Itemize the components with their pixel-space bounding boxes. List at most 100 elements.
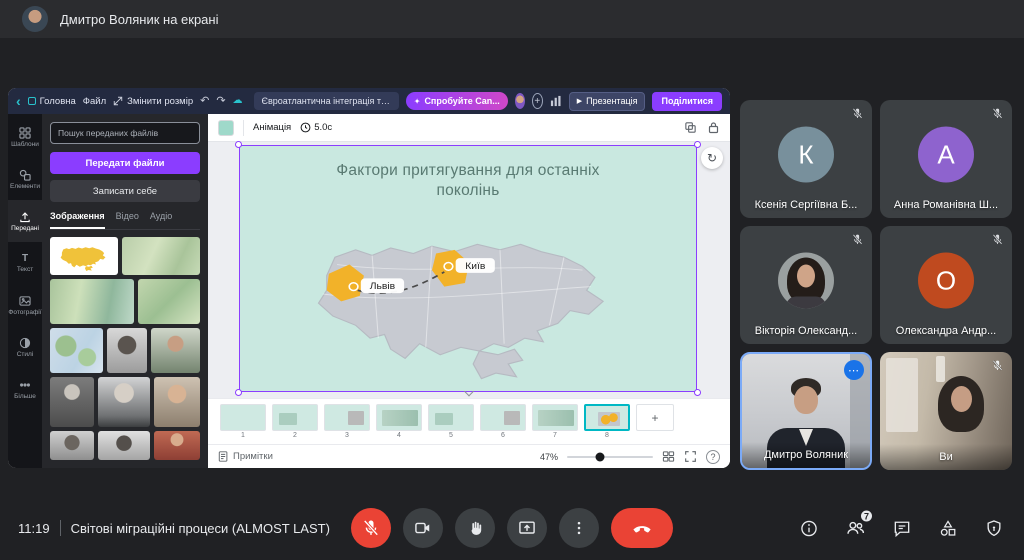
menu-home[interactable]: Головна (28, 96, 76, 107)
present-screen-button[interactable] (507, 508, 547, 548)
insights-icon[interactable] (550, 95, 562, 107)
upload-thumb-satellite-map[interactable] (50, 279, 134, 324)
upload-thumb-bw-photo[interactable] (98, 431, 150, 460)
tile-options-button[interactable]: ⋯ (844, 360, 864, 380)
upload-thumb-bw-photo[interactable] (107, 328, 148, 373)
slide-page-3[interactable]: 3 (324, 404, 370, 439)
upload-thumb-map-ukraine[interactable] (50, 237, 118, 275)
present-button[interactable]: ▶ Презентація (569, 92, 646, 111)
self-view-tile[interactable]: Ви (880, 352, 1012, 470)
tab-video[interactable]: Відео (116, 211, 139, 229)
meeting-details-button[interactable] (799, 518, 819, 538)
resize-handle[interactable] (694, 141, 701, 148)
activities-button[interactable] (938, 518, 958, 538)
tab-images[interactable]: Зображення (50, 211, 105, 229)
resize-handle[interactable] (235, 389, 242, 396)
zoom-slider-handle[interactable] (595, 452, 604, 461)
zoom-slider[interactable] (567, 456, 653, 458)
participant-tile[interactable]: К Ксенія Сергіївна Б... (740, 100, 872, 218)
ukraine-map[interactable]: Львів Київ (302, 202, 632, 386)
slide-page-5[interactable]: 5 (428, 404, 474, 439)
sidebar-item-photos[interactable]: Фотографії (8, 284, 42, 326)
upload-thumb-bw-soldier[interactable] (50, 377, 94, 427)
menu-resize[interactable]: Змінити розмір (113, 96, 193, 107)
grid-view-icon[interactable] (662, 450, 675, 463)
notes-button[interactable]: Примітки (218, 451, 273, 462)
uploads-search-input[interactable] (50, 122, 200, 144)
upload-thumb-color-woman[interactable] (154, 377, 200, 427)
position-icon[interactable] (684, 121, 697, 134)
participant-tile-active-speaker[interactable]: ⋯ Дмитро Воляник (740, 352, 872, 470)
participants-button[interactable]: 7 (845, 518, 866, 539)
resize-handle[interactable] (235, 141, 242, 148)
add-member-button[interactable]: + (532, 93, 543, 109)
ukraine-outline-icon (58, 239, 110, 273)
upload-thumb-bw-photo[interactable] (50, 431, 94, 460)
upload-thumb-terrain-map[interactable] (138, 279, 200, 324)
upload-files-button[interactable]: Передати файли (50, 152, 200, 174)
menu-file[interactable]: Файл (83, 96, 106, 107)
sidebar-item-templates[interactable]: Шаблони (8, 116, 42, 158)
slide-page-4[interactable]: 4 (376, 404, 422, 439)
slide-page-7[interactable]: 7 (532, 404, 578, 439)
upload-thumb-color-portrait[interactable] (151, 328, 200, 373)
resize-handle[interactable] (694, 389, 701, 396)
redo-icon[interactable]: ↷ (216, 96, 225, 107)
upload-thumb-bw-elder[interactable] (98, 377, 150, 427)
participant-tile[interactable]: О Олександра Андр... (880, 226, 1012, 344)
slide-canvas[interactable]: Фактори притягування для останніх поколі… (239, 145, 697, 392)
person-silhouette (794, 386, 818, 414)
participant-avatar: А (918, 127, 974, 183)
uploads-panel: Передати файли Записати себе Зображення … (42, 114, 208, 468)
leave-call-button[interactable] (611, 508, 673, 548)
participant-tile[interactable]: Вікторія Олександ... (740, 226, 872, 344)
slide-title[interactable]: Фактори притягування для останніх поколі… (240, 161, 696, 201)
camera-button[interactable] (403, 508, 443, 548)
slide-page-2[interactable]: 2 (272, 404, 318, 439)
mic-muted-button[interactable] (351, 508, 391, 548)
upload-thumb-color-woman[interactable] (154, 431, 200, 460)
camera-icon (413, 518, 433, 538)
chat-button[interactable] (892, 518, 912, 538)
refresh-button[interactable]: ↻ (701, 147, 723, 169)
sidebar-item-text[interactable]: T Текст (8, 242, 42, 284)
undo-icon[interactable]: ↶ (200, 96, 209, 107)
photos-icon (19, 295, 31, 307)
fullscreen-icon[interactable] (684, 450, 697, 463)
sidebar-item-more[interactable]: Більше (8, 368, 42, 410)
animate-button[interactable]: Анімація (253, 122, 291, 133)
sidebar-item-styles[interactable]: Стилі (8, 326, 42, 368)
map-crimea (473, 349, 523, 378)
upload-thumb-marker-map[interactable] (50, 328, 103, 373)
participant-avatar: О (918, 253, 974, 309)
slide-page-8-selected[interactable]: 8 (584, 404, 630, 439)
more-options-button[interactable] (559, 508, 599, 548)
share-button[interactable]: Поділитися (652, 92, 722, 111)
record-yourself-button[interactable]: Записати себе (50, 180, 200, 202)
back-icon[interactable]: ‹ (16, 94, 21, 108)
host-controls-button[interactable] (984, 518, 1004, 538)
account-avatar[interactable] (515, 93, 525, 109)
text-icon: T (22, 254, 28, 264)
tab-audio[interactable]: Аудіо (150, 211, 172, 229)
slide-page-6[interactable]: 6 (480, 404, 526, 439)
raise-hand-button[interactable] (455, 508, 495, 548)
mic-off-icon (991, 233, 1004, 246)
help-button[interactable]: ? (706, 450, 720, 464)
lock-icon[interactable] (707, 121, 720, 134)
slide-page-1[interactable]: 1 (220, 404, 266, 439)
background-color-swatch[interactable] (218, 120, 234, 136)
add-page-button[interactable]: + (636, 404, 674, 431)
sidebar-item-uploads[interactable]: Передані (8, 200, 42, 242)
document-title[interactable]: Євроатлантична інтеграція та її вплив на… (254, 92, 399, 110)
try-canva-pro-button[interactable]: ✦ Спробуйте Can... (406, 92, 508, 110)
clock: 11:19 (18, 521, 50, 536)
participant-count-badge: 7 (859, 509, 874, 524)
sidebar-item-elements[interactable]: Елементи (8, 158, 42, 200)
chat-icon (892, 518, 912, 538)
upload-thumb-satellite-map[interactable] (122, 237, 200, 275)
more-vertical-icon (570, 519, 588, 537)
participant-name: Дмитро Воляник (742, 449, 870, 461)
duration-button[interactable]: 5.0с (300, 122, 332, 133)
participant-tile[interactable]: А Анна Романівна Ш... (880, 100, 1012, 218)
